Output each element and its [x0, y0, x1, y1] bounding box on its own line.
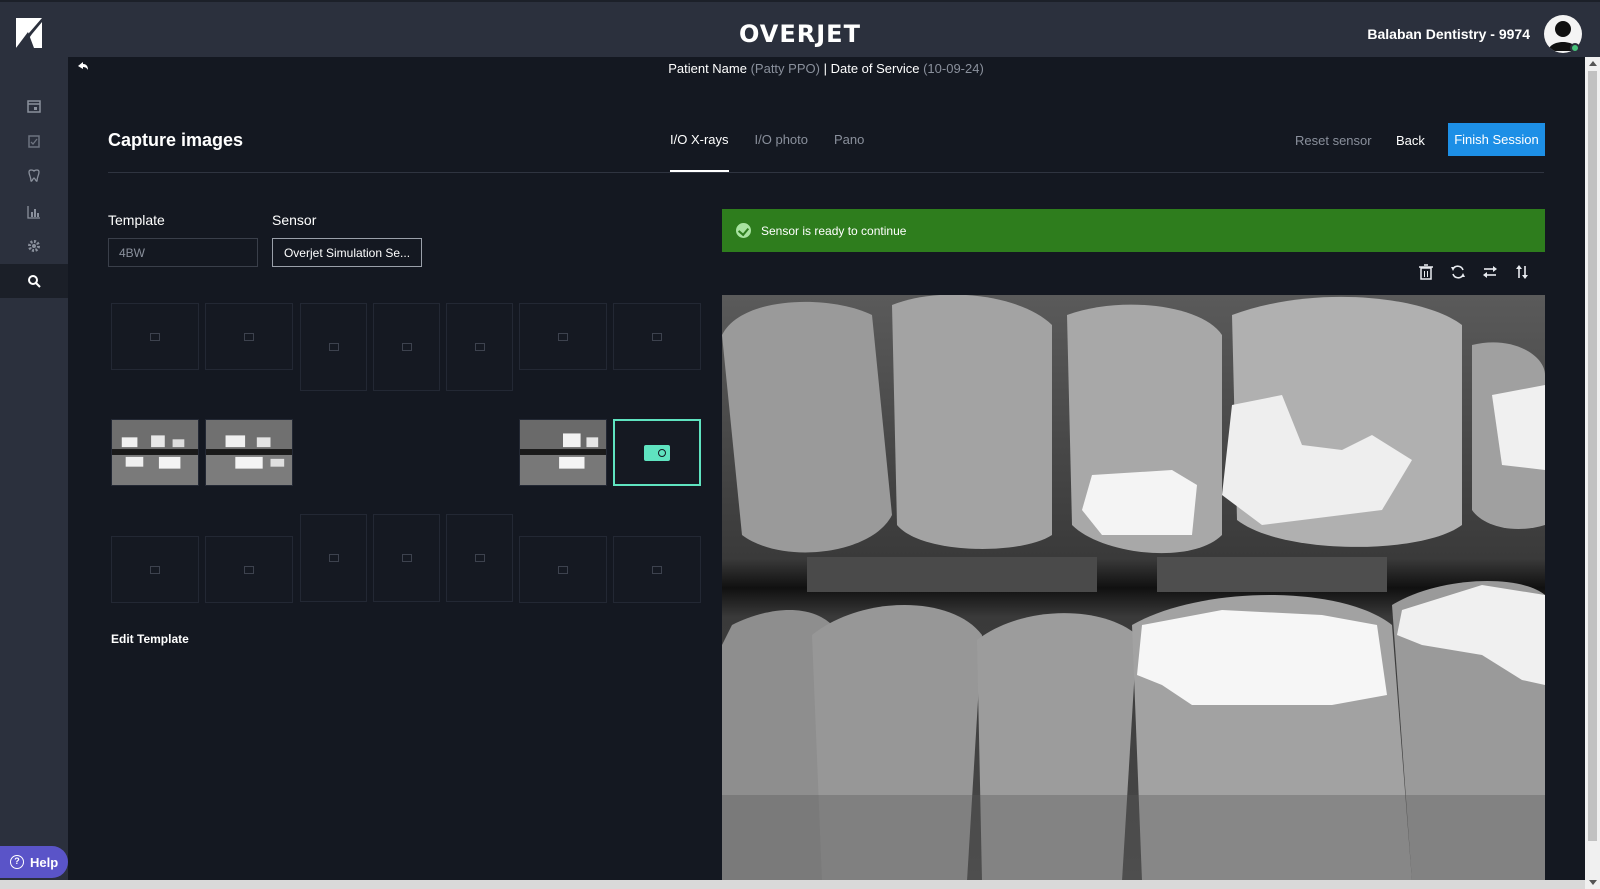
- gear-icon: [28, 240, 40, 252]
- page-title: Capture images: [108, 130, 244, 150]
- image-placeholder-icon: [474, 343, 485, 351]
- online-status-dot: [1570, 43, 1580, 53]
- image-placeholder-icon: [652, 332, 662, 341]
- image-placeholder-icon: [558, 332, 568, 341]
- flip-vertical-icon[interactable]: [1514, 264, 1530, 280]
- header-divider: [108, 172, 1544, 173]
- template-slot[interactable]: [205, 536, 293, 603]
- help-icon: ?: [10, 855, 24, 869]
- xray-thumbnail-image: [520, 420, 606, 485]
- sensor-label: Sensor: [272, 212, 317, 228]
- sensor-status-banner: Sensor is ready to continue: [722, 209, 1545, 252]
- image-placeholder-icon: [328, 554, 339, 562]
- sensor-status-message: Sensor is ready to continue: [761, 223, 907, 238]
- template-slot[interactable]: [111, 303, 199, 370]
- bar-chart-icon: [27, 206, 40, 219]
- template-slot[interactable]: [446, 514, 513, 602]
- sidebar-item-settings[interactable]: [0, 229, 68, 263]
- capture-tabs: I/O X-rays I/O photo Pano: [670, 132, 864, 172]
- image-placeholder-icon: [244, 565, 254, 574]
- sensor-select[interactable]: Overjet Simulation Se...: [272, 238, 422, 267]
- scroll-down-arrow-icon[interactable]: [1589, 880, 1597, 885]
- date-of-service-value: (10-09-24): [923, 61, 984, 76]
- template-slot[interactable]: [519, 303, 607, 370]
- captured-xray-thumbnail[interactable]: [205, 419, 293, 486]
- xray-image: [722, 295, 1545, 881]
- practice-name[interactable]: Balaban Dentistry - 9974: [1367, 26, 1530, 42]
- template-slot[interactable]: [111, 536, 199, 603]
- template-input[interactable]: [108, 238, 258, 267]
- help-label: Help: [30, 854, 59, 870]
- image-placeholder-icon: [652, 565, 662, 574]
- template-slot[interactable]: [613, 536, 701, 603]
- image-toolbar: [1418, 264, 1530, 280]
- sidebar: [0, 57, 68, 889]
- image-placeholder-icon: [474, 554, 485, 562]
- template-label: Template: [108, 212, 165, 228]
- image-placeholder-icon: [401, 343, 412, 351]
- rotate-icon[interactable]: [1450, 264, 1466, 280]
- camera-icon: [644, 444, 670, 461]
- active-capture-slot[interactable]: [613, 419, 701, 486]
- template-slot[interactable]: [300, 303, 367, 391]
- help-button[interactable]: ? Help: [0, 846, 68, 878]
- trash-icon[interactable]: [1418, 264, 1434, 280]
- template-slot[interactable]: [205, 303, 293, 370]
- tab-pano[interactable]: Pano: [834, 132, 864, 172]
- patient-name-value: (Patty PPO): [750, 61, 820, 76]
- scrollbar-thumb[interactable]: [1588, 71, 1597, 841]
- date-of-service-label: Date of Service: [830, 61, 920, 76]
- sidebar-item-search[interactable]: [0, 264, 68, 298]
- finish-session-button[interactable]: Finish Session: [1448, 123, 1545, 156]
- check-circle-icon: [736, 223, 751, 238]
- patient-separator: |: [823, 61, 827, 76]
- tab-io-xrays[interactable]: I/O X-rays: [670, 132, 729, 172]
- back-button[interactable]: Back: [1396, 133, 1425, 148]
- patient-info-bar: Patient Name (Patty PPO) | Date of Servi…: [68, 61, 1584, 76]
- reset-sensor-button[interactable]: Reset sensor: [1295, 133, 1372, 148]
- sidebar-item-tooth[interactable]: [0, 159, 68, 193]
- search-icon: [28, 275, 41, 288]
- template-slot[interactable]: [519, 536, 607, 603]
- template-slot[interactable]: [300, 514, 367, 602]
- image-placeholder-icon: [401, 554, 412, 562]
- image-placeholder-icon: [244, 332, 254, 341]
- captured-xray-thumbnail[interactable]: [111, 419, 199, 486]
- edit-template-link[interactable]: Edit Template: [111, 632, 189, 646]
- vertical-scrollbar[interactable]: [1585, 57, 1600, 889]
- image-placeholder-icon: [558, 565, 568, 574]
- scroll-up-arrow-icon[interactable]: [1589, 61, 1597, 66]
- tooth-icon: [28, 169, 40, 182]
- xray-thumbnail-image: [112, 420, 198, 485]
- top-bar: OVERJET Balaban Dentistry - 9974: [0, 0, 1600, 57]
- sidebar-item-calendar[interactable]: [0, 89, 68, 123]
- sidebar-item-clipboard[interactable]: [0, 124, 68, 158]
- image-placeholder-icon: [150, 332, 160, 341]
- horizontal-scrollbar[interactable]: [0, 880, 1585, 889]
- clipboard-icon: [28, 135, 40, 148]
- flip-horizontal-icon[interactable]: [1482, 264, 1498, 280]
- image-placeholder-icon: [150, 565, 160, 574]
- xray-viewer[interactable]: [722, 295, 1545, 881]
- tab-io-photo[interactable]: I/O photo: [755, 132, 808, 172]
- patient-name-label: Patient Name: [668, 61, 747, 76]
- image-placeholder-icon: [328, 343, 339, 351]
- template-slot[interactable]: [613, 303, 701, 370]
- template-slot[interactable]: [446, 303, 513, 391]
- xray-thumbnail-image: [206, 420, 292, 485]
- template-slot[interactable]: [373, 514, 440, 602]
- sidebar-item-analytics[interactable]: [0, 195, 68, 229]
- brand-title: OVERJET: [739, 20, 861, 48]
- template-slot[interactable]: [373, 303, 440, 391]
- captured-xray-thumbnail[interactable]: [519, 419, 607, 486]
- calendar-icon: [27, 100, 41, 113]
